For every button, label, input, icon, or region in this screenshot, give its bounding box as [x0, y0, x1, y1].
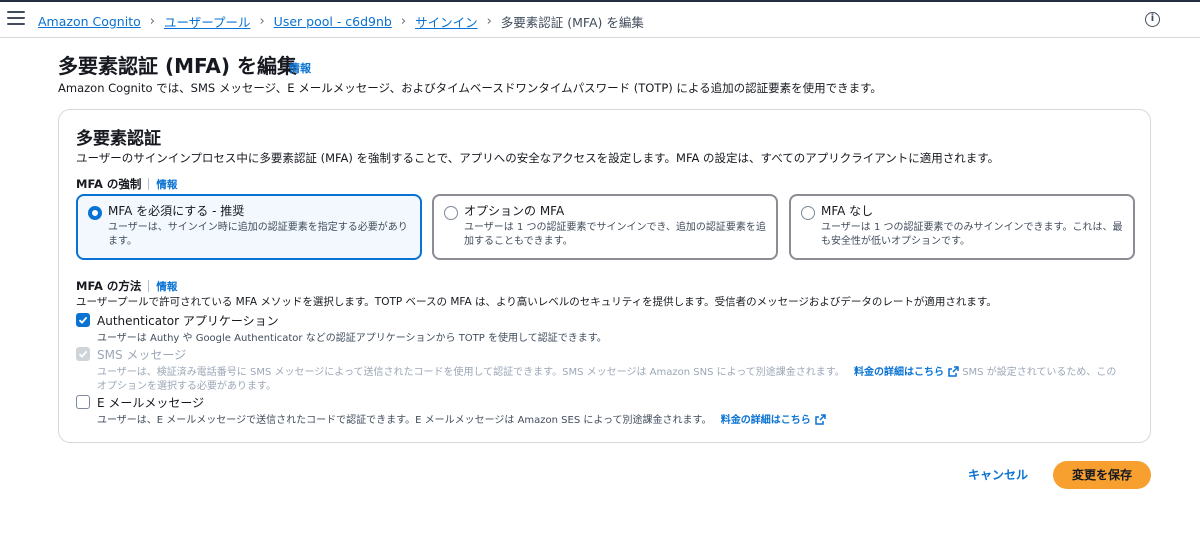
- breadcrumb: Amazon Cognito › ユーザープール › User pool - c…: [38, 12, 644, 31]
- email-description: ユーザーは、E メールメッセージで送信されたコードで認証できます。E メールメッ…: [97, 415, 712, 426]
- chevron-right-icon: ›: [486, 14, 492, 29]
- top-bar: Amazon Cognito › ユーザープール › User pool - c…: [0, 0, 1200, 38]
- breadcrumb-user-pool[interactable]: User pool - c6d9nb: [274, 14, 392, 29]
- checkmark-icon: [78, 350, 88, 358]
- sms-note: SMS が設定されているため、この: [962, 367, 1117, 378]
- enforcement-label-row: MFA の強制 情報: [76, 176, 177, 192]
- option-title: MFA を必須にする - 推奨: [108, 204, 245, 218]
- email-checkbox[interactable]: [76, 395, 90, 409]
- external-link-icon: [948, 366, 959, 377]
- panel-description: ユーザーのサインインプロセス中に多要素認証 (MFA) を強制することで、アプリ…: [76, 151, 1000, 165]
- mfa-required-option[interactable]: MFA を必須にする - 推奨 ユーザーは、サインイン時に追加の認証要素を指定す…: [76, 194, 422, 260]
- page-info-link[interactable]: 情報: [289, 60, 311, 76]
- sms-pricing-link[interactable]: 料金の詳細はこちら: [854, 367, 944, 378]
- breadcrumb-amazon-cognito[interactable]: Amazon Cognito: [38, 14, 141, 29]
- option-title: MFA なし: [821, 204, 874, 218]
- mfa-optional-option[interactable]: オプションの MFA ユーザーは 1 つの認証要素でサインインでき、追加の認証要…: [432, 194, 778, 260]
- mfa-panel: 多要素認証 ユーザーのサインインプロセス中に多要素認証 (MFA) を強制するこ…: [58, 109, 1151, 443]
- radio-selected-icon[interactable]: [88, 206, 102, 220]
- methods-info-link[interactable]: 情報: [156, 279, 177, 294]
- option-title: オプションの MFA: [464, 204, 565, 218]
- save-changes-button[interactable]: 変更を保存: [1053, 461, 1151, 489]
- authenticator-label[interactable]: Authenticator アプリケーション: [97, 312, 279, 329]
- authenticator-checkbox[interactable]: [76, 313, 90, 327]
- sms-checkbox: [76, 347, 90, 361]
- option-description: ユーザーは 1 つの認証要素でサインインでき、追加の認証要素を追加することもでき…: [464, 222, 766, 247]
- radio-icon[interactable]: [444, 206, 458, 220]
- methods-label-row: MFA の方法 情報: [76, 278, 177, 294]
- methods-description: ユーザープールで許可されている MFA メソッドを選択します。TOTP ベースの…: [76, 296, 997, 308]
- email-label[interactable]: E メールメッセージ: [97, 394, 204, 411]
- cancel-button[interactable]: キャンセル: [960, 462, 1036, 488]
- divider: [148, 178, 150, 190]
- authenticator-description: ユーザーは Authy や Google Authenticator などの認証…: [97, 333, 607, 344]
- sms-note-line-2: オプションを選択する必要があります。: [97, 381, 276, 392]
- checkmark-icon: [78, 316, 88, 324]
- sms-label: SMS メッセージ: [97, 348, 187, 362]
- radio-icon[interactable]: [801, 206, 815, 220]
- mfa-none-option[interactable]: MFA なし ユーザーは 1 つの認証要素でのみサインインできます。これは、最も…: [789, 194, 1135, 260]
- sms-description-line: ユーザーは、検証済み電話番号に SMS メッセージによって送信されたコードを使用…: [97, 363, 1116, 378]
- option-description: ユーザーは 1 つの認証要素でのみサインインできます。これは、最も安全性が低いオ…: [821, 222, 1123, 247]
- enforcement-label: MFA の強制: [76, 177, 142, 191]
- breadcrumb-sign-in[interactable]: サインイン: [415, 12, 478, 31]
- chevron-right-icon: ›: [400, 14, 407, 29]
- chevron-right-icon: ›: [149, 14, 155, 29]
- menu-icon[interactable]: [7, 11, 25, 27]
- page-description: Amazon Cognito では、SMS メッセージ、E メールメッセージ、お…: [58, 81, 882, 95]
- email-pricing-link[interactable]: 料金の詳細はこちら: [721, 415, 811, 426]
- external-link-icon: [815, 414, 826, 425]
- breadcrumb-current: 多要素認証 (MFA) を編集: [500, 15, 644, 30]
- methods-label: MFA の方法: [76, 279, 142, 293]
- email-description-line: ユーザーは、E メールメッセージで送信されたコードで認証できます。E メールメッ…: [97, 411, 826, 426]
- page-title: 多要素認証 (MFA) を編集: [58, 54, 297, 78]
- divider: [148, 280, 150, 292]
- panel-title: 多要素認証: [76, 129, 161, 149]
- enforcement-info-link[interactable]: 情報: [156, 177, 177, 192]
- chevron-right-icon: ›: [259, 14, 265, 29]
- option-description: ユーザーは、サインイン時に追加の認証要素を指定する必要があります。: [108, 222, 408, 247]
- info-icon[interactable]: i: [1145, 12, 1160, 27]
- breadcrumb-user-pools[interactable]: ユーザープール: [164, 12, 251, 31]
